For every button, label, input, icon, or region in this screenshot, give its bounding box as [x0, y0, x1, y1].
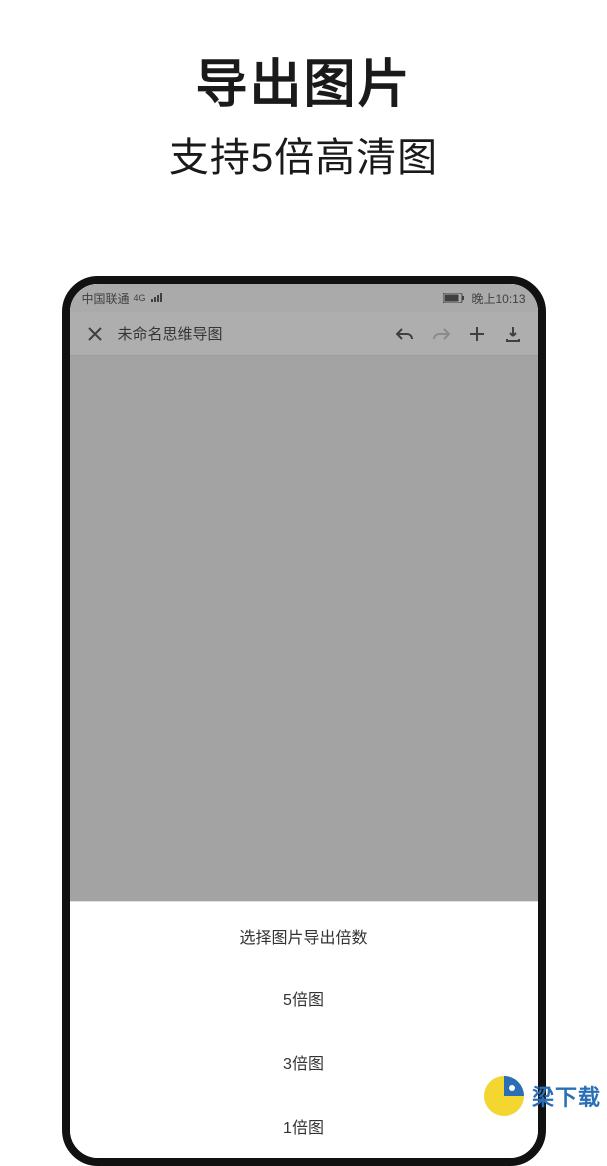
- phone-screen: 中国联通 4G 晚上10:13 未命名思维导图: [70, 284, 538, 1158]
- document-title: 未命名思维导图: [118, 323, 382, 344]
- export-option-1x[interactable]: 1倍图: [70, 1094, 538, 1158]
- export-bottom-sheet: 选择图片导出倍数 5倍图 3倍图 1倍图: [70, 901, 538, 1158]
- close-button[interactable]: [82, 321, 108, 347]
- promo-subtitle: 支持5倍高清图: [0, 125, 607, 183]
- export-option-3x[interactable]: 3倍图: [70, 1030, 538, 1094]
- watermark-logo-icon: [482, 1074, 526, 1118]
- undo-button[interactable]: [392, 321, 418, 347]
- clock-label: 晚上10:13: [471, 290, 525, 307]
- sheet-title: 选择图片导出倍数: [70, 902, 538, 966]
- app-toolbar: 未命名思维导图: [70, 312, 538, 356]
- status-bar: 中国联通 4G 晚上10:13: [70, 284, 538, 312]
- redo-button[interactable]: [428, 321, 454, 347]
- battery-icon: [443, 293, 465, 303]
- add-button[interactable]: [464, 321, 490, 347]
- promo-title: 导出图片: [0, 42, 607, 117]
- dimmed-background-area: 中国联通 4G 晚上10:13 未命名思维导图: [70, 284, 538, 901]
- watermark-text: 梁下载: [532, 1080, 601, 1112]
- export-option-5x[interactable]: 5倍图: [70, 966, 538, 1030]
- watermark: 梁下载: [476, 1070, 607, 1122]
- carrier-label: 中国联通: [82, 290, 130, 307]
- export-button[interactable]: [500, 321, 526, 347]
- modal-dim-overlay[interactable]: [70, 284, 538, 901]
- network-label: 4G: [134, 293, 146, 303]
- phone-frame: 中国联通 4G 晚上10:13 未命名思维导图: [62, 276, 546, 1166]
- signal-icon: [150, 293, 164, 303]
